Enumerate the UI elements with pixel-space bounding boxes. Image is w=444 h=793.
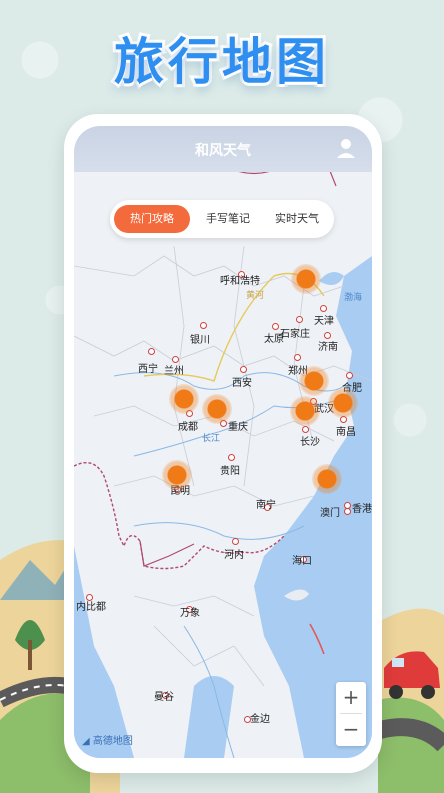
map-attribution: ◢ 高德地图 xyxy=(82,732,133,747)
city-xining[interactable]: 西宁 xyxy=(138,360,158,375)
changjiang-label: 长江 xyxy=(202,434,221,444)
city-dot xyxy=(232,538,239,545)
city-dot xyxy=(272,323,279,330)
city-lanzhou[interactable]: 兰州 xyxy=(164,362,184,377)
map-logo-icon: ◢ xyxy=(82,736,90,747)
phone-frame: 和风天气 热门攻略 手写笔记 实时天气 渤海 黄河 长江 呼和浩特 天津 银川 … xyxy=(64,114,382,773)
city-dot xyxy=(240,366,247,373)
city-xian[interactable]: 西安 xyxy=(232,374,252,389)
tab-hot-guides[interactable]: 热门攻略 xyxy=(114,205,190,233)
user-icon[interactable] xyxy=(334,136,358,160)
city-haikou[interactable]: 海口 xyxy=(292,552,312,567)
city-chengdu[interactable]: 成都 xyxy=(178,418,198,433)
zoom-in-button[interactable]: + xyxy=(336,682,366,713)
city-dot xyxy=(200,322,207,329)
city-vientiane[interactable]: 万象 xyxy=(180,604,200,619)
city-changsha[interactable]: 长沙 xyxy=(300,433,320,448)
city-jinan[interactable]: 济南 xyxy=(318,338,338,353)
city-phnompenh[interactable]: 金边 xyxy=(250,710,270,725)
hot-marker-beijing[interactable] xyxy=(291,264,321,294)
city-shijiazhuang[interactable]: 石家庄 xyxy=(280,325,310,340)
hot-marker-chongqing[interactable] xyxy=(202,394,232,424)
city-yinchuan[interactable]: 银川 xyxy=(190,331,210,346)
hot-marker-wuhan-north[interactable] xyxy=(299,366,329,396)
city-dot xyxy=(228,454,235,461)
zoom-control: + − xyxy=(336,682,366,746)
hot-marker-chengdu[interactable] xyxy=(169,384,199,414)
city-dot xyxy=(148,348,155,355)
city-nanning[interactable]: 南宁 xyxy=(256,496,276,511)
city-macau[interactable]: 澳门 xyxy=(320,504,340,519)
zoom-out-button[interactable]: − xyxy=(336,714,366,745)
city-dot xyxy=(296,316,303,323)
city-naypyidaw[interactable]: 内比都 xyxy=(76,598,106,613)
city-dot xyxy=(344,508,351,515)
city-dot xyxy=(302,426,309,433)
app-header: 和风天气 xyxy=(74,126,372,172)
hot-marker-guangzhou[interactable] xyxy=(312,464,342,494)
city-hohhot[interactable]: 呼和浩特 xyxy=(220,272,260,287)
tab-live-weather[interactable]: 实时天气 xyxy=(264,205,330,233)
city-chongqing[interactable]: 重庆 xyxy=(228,418,248,433)
bohai-label: 渤海 xyxy=(344,293,363,303)
hot-marker-kunming[interactable] xyxy=(162,460,192,490)
city-guiyang[interactable]: 贵阳 xyxy=(220,462,240,477)
city-dot xyxy=(294,354,301,361)
city-tianjin[interactable]: 天津 xyxy=(314,312,334,327)
city-dot xyxy=(344,502,351,509)
city-hongkong[interactable]: 香港 xyxy=(352,500,372,515)
hot-marker-nanchang[interactable] xyxy=(328,388,358,418)
map-screen[interactable]: 和风天气 热门攻略 手写笔记 实时天气 渤海 黄河 长江 呼和浩特 天津 银川 … xyxy=(74,126,372,758)
city-nanchang[interactable]: 南昌 xyxy=(336,423,356,438)
app-title: 和风天气 xyxy=(195,143,251,159)
huanghe-label: 黄河 xyxy=(246,291,265,301)
tab-bar: 热门攻略 手写笔记 实时天气 xyxy=(110,200,334,238)
city-bangkok[interactable]: 曼谷 xyxy=(154,688,174,703)
map-attribution-text: 高德地图 xyxy=(92,736,133,747)
tab-handwritten-notes[interactable]: 手写笔记 xyxy=(194,205,262,233)
city-dot xyxy=(346,372,353,379)
city-hanoi[interactable]: 河内 xyxy=(224,546,244,561)
hot-marker-wuhan[interactable] xyxy=(290,396,320,426)
city-dot xyxy=(320,305,327,312)
